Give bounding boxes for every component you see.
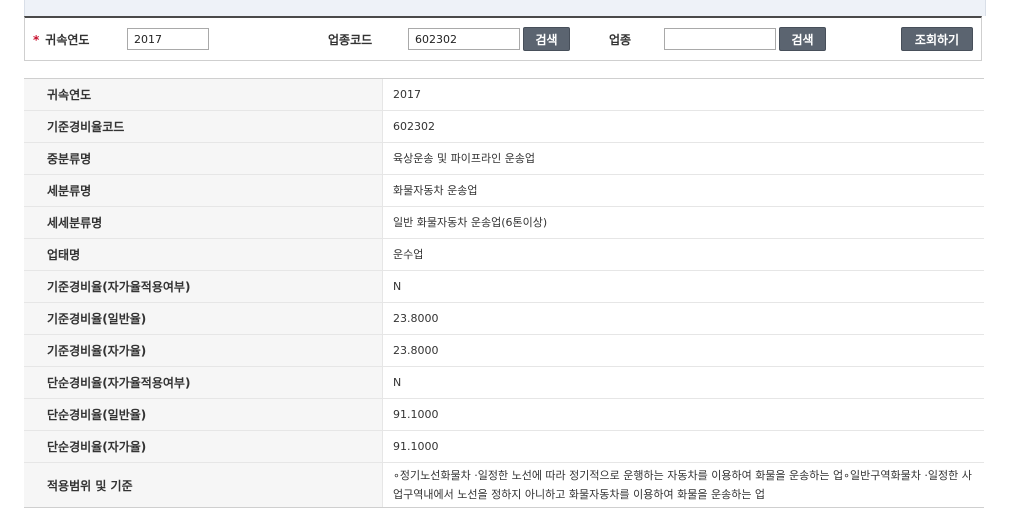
- detail-label: 적용범위 및 기준: [24, 463, 383, 507]
- detail-label: 기준경비율(자가율): [24, 335, 383, 366]
- detail-label: 세분류명: [24, 175, 383, 206]
- query-button[interactable]: 조회하기: [901, 27, 973, 51]
- detail-label: 기준경비율(일반율): [24, 303, 383, 334]
- detail-value: 운수업: [393, 248, 424, 261]
- detail-value: 화물자동차 운송업: [393, 184, 478, 197]
- detail-row: 적용범위 및 기준 ∘정기노선화물차 ·일정한 노선에 따라 정기적으로 운행하…: [24, 463, 984, 507]
- required-asterisk-icon: *: [33, 32, 40, 47]
- detail-row: 단순경비율(자가율) 91.1000: [24, 431, 984, 463]
- detail-table: 귀속연도 2017 기준경비율코드 602302 중분류명 육상운송 및 파이프…: [24, 78, 984, 508]
- detail-value: 2017: [393, 88, 421, 101]
- year-field-group: * 귀속연도: [33, 18, 89, 61]
- detail-row: 기준경비율(일반율) 23.8000: [24, 303, 984, 335]
- detail-value: 23.8000: [393, 312, 439, 325]
- detail-value: 91.1000: [393, 440, 439, 453]
- detail-row: 기준경비율(자가율) 23.8000: [24, 335, 984, 367]
- detail-label: 업태명: [24, 239, 383, 270]
- code-search-button[interactable]: 검색: [523, 27, 570, 51]
- top-strip: [24, 0, 986, 16]
- detail-value: N: [393, 280, 402, 293]
- year-input[interactable]: [127, 28, 209, 50]
- industry-field-group: 업종: [609, 18, 631, 61]
- detail-row: 기준경비율(자가율적용여부) N: [24, 271, 984, 303]
- year-label: 귀속연도: [45, 33, 90, 47]
- detail-label: 단순경비율(자가율적용여부): [24, 367, 383, 398]
- detail-label: 귀속연도: [24, 79, 383, 110]
- code-label: 업종코드: [328, 33, 373, 47]
- code-field-group: 업종코드: [328, 18, 372, 61]
- code-input[interactable]: [408, 28, 520, 50]
- industry-label: 업종: [609, 33, 632, 47]
- detail-row: 단순경비율(자가율적용여부) N: [24, 367, 984, 399]
- detail-row: 중분류명 육상운송 및 파이프라인 운송업: [24, 143, 984, 175]
- detail-label: 세세분류명: [24, 207, 383, 238]
- industry-input[interactable]: [664, 28, 776, 50]
- detail-row: 업태명 운수업: [24, 239, 984, 271]
- detail-value: 91.1000: [393, 408, 439, 421]
- detail-label: 중분류명: [24, 143, 383, 174]
- industry-search-button[interactable]: 검색: [779, 27, 826, 51]
- detail-row: 세분류명 화물자동차 운송업: [24, 175, 984, 207]
- detail-row: 귀속연도 2017: [24, 79, 984, 111]
- detail-value: 육상운송 및 파이프라인 운송업: [393, 152, 536, 165]
- detail-value: ∘정기노선화물차 ·일정한 노선에 따라 정기적으로 운행하는 자동차를 이용하…: [393, 469, 972, 501]
- detail-label: 단순경비율(일반율): [24, 399, 383, 430]
- detail-row: 기준경비율코드 602302: [24, 111, 984, 143]
- detail-label: 단순경비율(자가율): [24, 431, 383, 462]
- detail-value: N: [393, 376, 402, 389]
- detail-value: 일반 화물자동차 운송업(6톤이상): [393, 216, 548, 229]
- search-form: * 귀속연도 업종코드 검색 업종 검색 조회하기: [24, 16, 982, 61]
- detail-value: 23.8000: [393, 344, 439, 357]
- detail-row: 세세분류명 일반 화물자동차 운송업(6톤이상): [24, 207, 984, 239]
- detail-label: 기준경비율(자가율적용여부): [24, 271, 383, 302]
- detail-value: 602302: [393, 120, 435, 133]
- detail-label: 기준경비율코드: [24, 111, 383, 142]
- detail-row: 단순경비율(일반율) 91.1000: [24, 399, 984, 431]
